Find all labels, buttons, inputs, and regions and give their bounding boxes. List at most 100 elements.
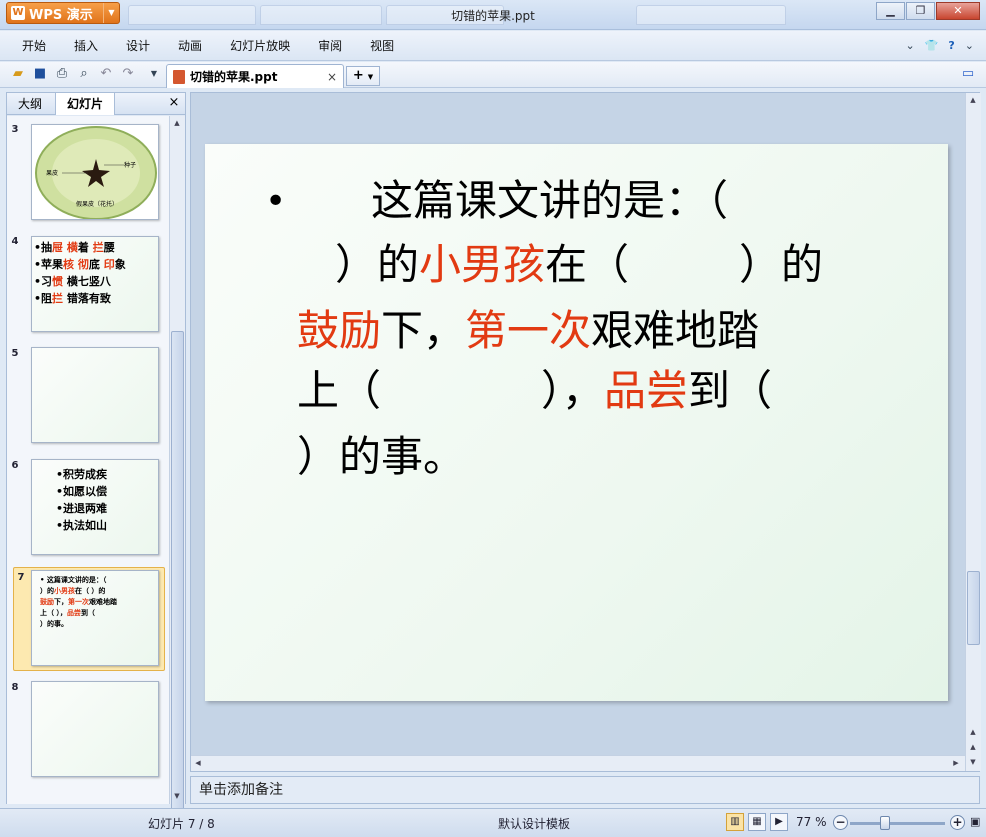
menu-right-tools: ⌄ 👕 ? ⌄ xyxy=(905,39,974,52)
thumb-line: 上（ ），品尝到（ xyxy=(40,609,95,617)
slide-thumbnail-3[interactable]: 果皮 种子 假果皮（花托） xyxy=(31,124,159,220)
slide-thumbnail-4[interactable]: •抽屉 横着 拦腰 •苹果核 彻底 印象 •习惯 横七竖八 •阻拦 错落有致 xyxy=(31,236,159,332)
chevron-down-icon[interactable]: ⌄ xyxy=(905,39,914,52)
slide-sorter-icon[interactable]: ▦ xyxy=(748,813,766,831)
print-icon[interactable]: ⎙ xyxy=(54,66,70,82)
slide-number: 8 xyxy=(11,682,19,693)
slide-indicator: 幻灯片 7 / 8 xyxy=(148,817,215,831)
slideshow-icon[interactable]: ▶ xyxy=(770,813,788,831)
thumb-line: • 这篇课文讲的是：（ xyxy=(40,576,107,584)
zoom-in-icon[interactable]: + xyxy=(950,815,965,830)
zoom-slider-track[interactable] xyxy=(850,822,945,825)
window-layout-icon[interactable]: ▭ xyxy=(960,66,976,82)
undo-icon[interactable]: ↶ xyxy=(98,66,114,82)
menu-design[interactable]: 设计 xyxy=(112,31,164,61)
thumb-label: 假果皮（花托） xyxy=(76,201,119,208)
tab-outline[interactable]: 大纲 xyxy=(7,93,53,115)
editor-vertical-scrollbar[interactable]: ▲ ▲ ▲ ▼ xyxy=(965,93,981,771)
menu-review[interactable]: 审阅 xyxy=(304,31,356,61)
panel-tabs: 大纲 幻灯片 × xyxy=(7,93,185,115)
bullet-point: • xyxy=(265,181,287,222)
ppt-file-icon xyxy=(173,69,185,84)
slide-number: 7 xyxy=(17,572,25,583)
thumb-line: •苹果核 彻底 印象 xyxy=(34,258,126,271)
thumb-line: •习惯 横七竖八 xyxy=(34,275,111,288)
menu-items: 开始 插入 设计 动画 幻灯片放映 审阅 视图 xyxy=(8,31,408,61)
close-panel-icon[interactable]: × xyxy=(167,96,181,110)
document-tab[interactable]: 切错的苹果.ppt × xyxy=(166,64,344,88)
restore-button[interactable]: ❐ xyxy=(906,2,935,20)
scroll-down-icon[interactable]: ▼ xyxy=(966,755,980,769)
new-tab-button[interactable]: + ▼ xyxy=(346,66,380,86)
minimize-button[interactable]: ▁ xyxy=(876,2,905,20)
thumb-line: •如愿以偿 xyxy=(56,485,108,498)
slide-thumbnail-8[interactable] xyxy=(31,681,159,777)
chevron-down-icon[interactable]: ⌄ xyxy=(965,39,974,52)
quick-access-toolbar: ▰ ■ ⎙ ⌕ ↶ ↷ ▼ 切错的苹果.ppt × + ▼ ▭ xyxy=(0,62,986,88)
close-window-button[interactable]: ✕ xyxy=(936,2,980,20)
thumb-label: 果皮 xyxy=(46,170,59,177)
help-icon[interactable]: ? xyxy=(948,39,954,52)
slide-text-line[interactable]: 鼓励下，第一次艰难地踏 xyxy=(297,302,759,360)
normal-view-icon[interactable]: ▥ xyxy=(726,813,744,831)
slide-canvas[interactable]: • 这篇课文讲的是：（ ）的小男孩在（ ）的 鼓励下，第一次艰难地踏 上（ ），品尝… xyxy=(205,144,948,701)
zoom-out-icon[interactable]: − xyxy=(833,815,848,830)
thumbnail-scrollbar[interactable]: ▲ ▼ xyxy=(169,116,185,821)
slide-navigation-panel: 大纲 幻灯片 × 3 果皮 种子 假果皮（花托） 4 •抽屉 横着 拦腰 •苹果… xyxy=(6,92,186,821)
slide-text-line[interactable]: ）的小男孩在（ ）的 xyxy=(335,236,823,294)
menu-animation[interactable]: 动画 xyxy=(164,31,216,61)
window-controls: ▁ ❐ ✕ xyxy=(876,2,980,20)
slide-thumbnail-7[interactable]: • 这篇课文讲的是：（ ）的小男孩在（ ）的 鼓励下，第一次艰难地踏 上（ ），… xyxy=(31,570,159,666)
scroll-up-icon[interactable]: ▲ xyxy=(966,725,980,739)
slide-thumbnail-6[interactable]: •积劳成疾 •如愿以偿 •进退两难 •执法如山 xyxy=(31,459,159,555)
thumb-line: •阻拦 错落有致 xyxy=(34,292,111,305)
notes-pane[interactable]: 单击添加备注 xyxy=(190,776,980,804)
save-icon[interactable]: ■ xyxy=(32,66,48,82)
scroll-up-icon[interactable]: ▲ xyxy=(170,116,184,130)
print-preview-icon[interactable]: ⌕ xyxy=(76,66,92,82)
editor-horizontal-scrollbar[interactable]: ◀ ▶ xyxy=(191,755,965,771)
slide-text-segment: ），品尝到（ xyxy=(541,366,773,415)
scroll-left-icon[interactable]: ◀ xyxy=(191,756,205,770)
skin-icon[interactable]: 👕 xyxy=(925,39,939,52)
template-name[interactable]: 默认设计模板 xyxy=(498,815,570,832)
menu-insert[interactable]: 插入 xyxy=(60,31,112,61)
open-folder-icon[interactable]: ▰ xyxy=(10,66,26,82)
thumb-line: ）的事。 xyxy=(40,620,68,628)
zoom-slider-handle[interactable] xyxy=(880,816,890,830)
thumb-text: •积劳成疾 •如愿以偿 •进退两难 •执法如山 xyxy=(56,466,107,534)
slide-text-segment: ）的小男孩在（ xyxy=(335,240,630,289)
menu-slideshow[interactable]: 幻灯片放映 xyxy=(216,31,304,61)
slide-number: 6 xyxy=(11,460,19,471)
thumb-line: •进退两难 xyxy=(56,502,108,515)
zoom-level[interactable]: 77 % xyxy=(796,815,827,829)
scroll-up-icon[interactable]: ▲ xyxy=(966,93,980,107)
scrollbar-thumb[interactable] xyxy=(967,571,980,645)
slide-text-line[interactable]: 上（ ），品尝到（ xyxy=(297,362,772,420)
ribbon-menu-bar: 开始 插入 设计 动画 幻灯片放映 审阅 视图 ⌄ 👕 ? ⌄ xyxy=(0,31,986,61)
slide-text-line[interactable]: 这篇课文讲的是：（ xyxy=(371,172,728,230)
thumb-line: •积劳成疾 xyxy=(56,468,108,481)
window-title: 切错的苹果.ppt xyxy=(451,9,535,23)
scroll-right-icon[interactable]: ▶ xyxy=(949,756,963,770)
close-tab-icon[interactable]: × xyxy=(327,70,337,84)
tab-slides[interactable]: 幻灯片 xyxy=(55,93,115,115)
thumb-line: •执法如山 xyxy=(56,519,108,532)
chevron-down-icon: ▼ xyxy=(367,73,374,81)
thumb-line: 鼓励下，第一次艰难地踏 xyxy=(40,598,117,606)
redo-icon[interactable]: ↷ xyxy=(120,66,136,82)
slide-text-line[interactable]: ）的事。 xyxy=(297,428,465,486)
thumb-line: •抽屉 横着 拦腰 xyxy=(34,241,115,254)
thumb-text: • 这篇课文讲的是：（ ）的小男孩在（ ）的 鼓励下，第一次艰难地踏 上（ ），… xyxy=(40,575,117,630)
scrollbar-thumb[interactable] xyxy=(171,331,184,821)
fit-window-icon[interactable]: ▣ xyxy=(970,815,980,828)
title-bar: W WPS 演示 ▼ 切错的苹果.ppt ▁ ❐ ✕ xyxy=(0,0,986,30)
slide-thumbnail-5[interactable] xyxy=(31,347,159,443)
menu-view[interactable]: 视图 xyxy=(356,31,408,61)
menu-home[interactable]: 开始 xyxy=(8,31,60,61)
scroll-down-icon[interactable]: ▼ xyxy=(170,789,184,803)
slide-thumbnail-list: 3 果皮 种子 假果皮（花托） 4 •抽屉 横着 拦腰 •苹果核 彻底 印象 •… xyxy=(7,116,169,804)
customize-toolbar-icon[interactable]: ▼ xyxy=(146,66,162,82)
scroll-up-icon[interactable]: ▲ xyxy=(966,740,980,754)
thumb-label: 种子 xyxy=(124,162,137,169)
